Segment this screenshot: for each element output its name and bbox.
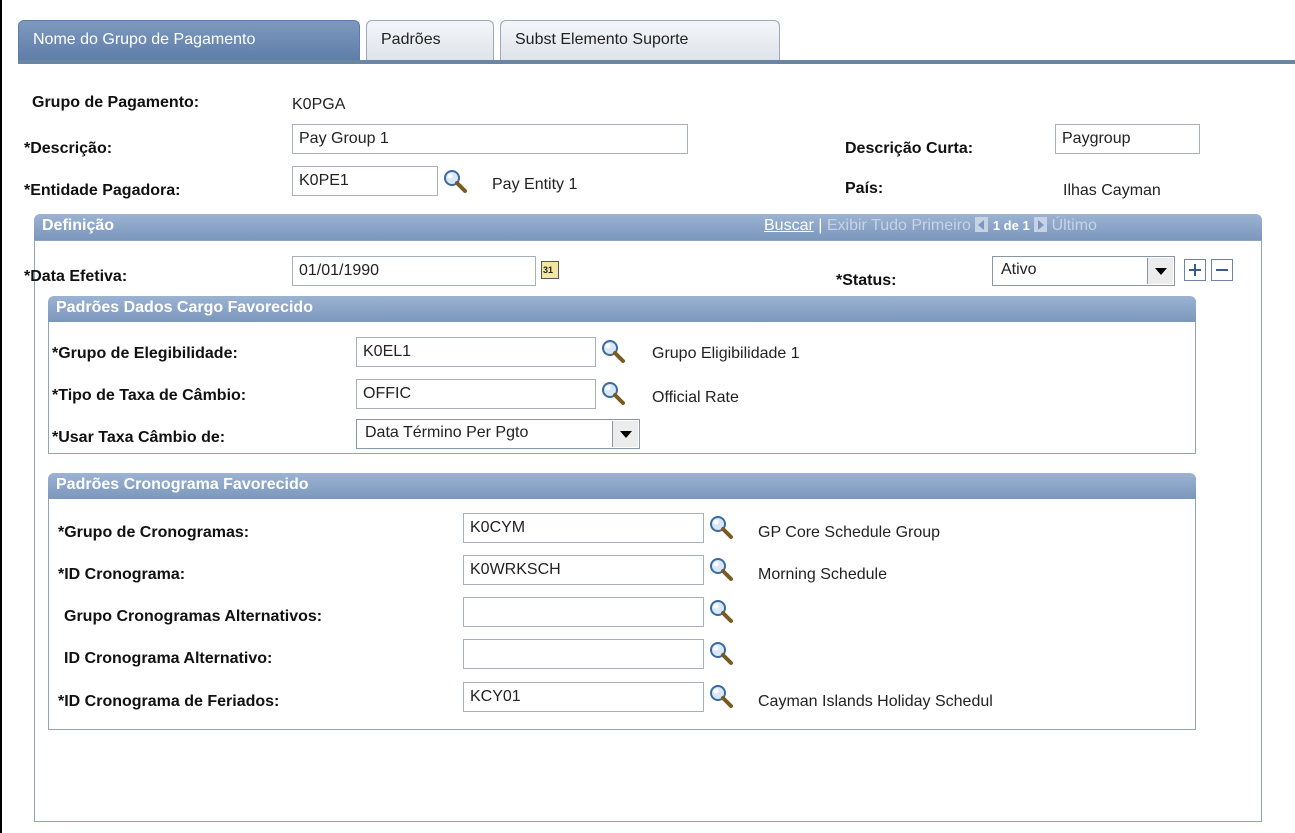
status-value: Ativo: [1001, 261, 1037, 278]
schedule-group-label: *Grupo de Cronogramas:: [58, 524, 250, 541]
definition-title: Definição: [42, 217, 115, 234]
tab-pay-group-name[interactable]: Nome do Grupo de Pagamento: [18, 20, 360, 62]
exchange-rate-type-description: Official Rate: [652, 389, 739, 406]
payee-schedule-title: Padrões Cronograma Favorecido: [56, 476, 309, 493]
use-rate-as-of-value: Data Término Per Pgto: [365, 424, 529, 441]
exchange-rate-type-label: *Tipo de Taxa de Câmbio:: [52, 387, 247, 404]
schedule-id-label: *ID Cronograma:: [58, 566, 186, 583]
schedule-group-description: GP Core Schedule Group: [758, 524, 941, 541]
effective-date-label: *Data Efetiva:: [24, 268, 128, 285]
calendar-icon-label: 31: [543, 265, 554, 275]
chevron-down-icon[interactable]: [1147, 258, 1173, 284]
alternate-schedule-id-field[interactable]: [463, 639, 704, 669]
payee-schedule-header: Padrões Cronograma Favorecido: [48, 473, 1196, 499]
row-count: 1 de 1: [992, 218, 1030, 233]
tab-defaults[interactable]: Padrões: [366, 20, 494, 62]
payee-job-title: Padrões Dados Cargo Favorecido: [56, 299, 313, 316]
holiday-schedule-description: Cayman Islands Holiday Schedul: [758, 693, 993, 710]
magnifier-icon[interactable]: [708, 556, 734, 582]
find-link[interactable]: Buscar: [764, 217, 814, 234]
plus-icon-bar: [1194, 264, 1196, 276]
page: Nome do Grupo de Pagamento Padrões Subst…: [0, 0, 1295, 833]
definition-navigation: Buscar | Exibir Tudo Primeiro 1 de 1 Últ…: [764, 217, 1097, 235]
short-description-label: Descrição Curta:: [845, 140, 974, 157]
nav-separator: |: [818, 217, 823, 234]
alternate-schedule-group-field[interactable]: [463, 597, 704, 627]
pay-entity-field[interactable]: [292, 166, 438, 196]
alternate-schedule-id-label: ID Cronograma Alternativo:: [64, 650, 273, 667]
window-border: [0, 0, 2, 833]
previous-icon[interactable]: [975, 217, 989, 232]
last-link[interactable]: Último: [1052, 217, 1097, 234]
delete-row-button[interactable]: [1211, 259, 1233, 281]
payee-job-header: Padrões Dados Cargo Favorecido: [48, 296, 1196, 322]
eligibility-group-description: Grupo Eligibilidade 1: [652, 345, 800, 362]
use-rate-as-of-label: *Usar Taxa Câmbio de:: [52, 429, 226, 446]
description-label: *Descrição:: [24, 140, 113, 157]
description-field[interactable]: [292, 124, 688, 154]
exchange-rate-type-field[interactable]: [356, 379, 596, 409]
definition-header: Definição Buscar | Exibir Tudo Primeiro …: [34, 214, 1262, 240]
schedule-group-field[interactable]: [463, 513, 704, 543]
short-description-field[interactable]: [1055, 124, 1200, 154]
country-label: País:: [845, 180, 884, 197]
eligibility-group-field[interactable]: [356, 337, 596, 367]
add-row-button[interactable]: [1184, 259, 1206, 281]
eligibility-group-label: *Grupo de Elegibilidade:: [52, 345, 238, 362]
magnifier-icon[interactable]: [708, 598, 734, 624]
status-label: *Status:: [836, 272, 897, 289]
schedule-id-description: Morning Schedule: [758, 566, 887, 583]
holiday-schedule-field[interactable]: [463, 682, 704, 712]
chevron-down-icon[interactable]: [612, 421, 638, 447]
pay-entity-description: Pay Entity 1: [492, 176, 578, 193]
view-all-link[interactable]: Exibir Tudo: [827, 217, 907, 234]
magnifier-icon[interactable]: [708, 514, 734, 540]
schedule-id-field[interactable]: [463, 555, 704, 585]
minus-icon: [1216, 269, 1228, 271]
magnifier-icon[interactable]: [708, 640, 734, 666]
status-dropdown[interactable]: Ativo: [992, 256, 1175, 286]
effective-date-field[interactable]: [292, 256, 536, 286]
tab-support-element-override[interactable]: Subst Elemento Suporte: [500, 20, 780, 62]
pay-entity-label: *Entidade Pagadora:: [24, 182, 181, 199]
tab-underline: [18, 60, 1295, 64]
country-value: Ilhas Cayman: [1063, 182, 1161, 199]
pay-group-value: K0PGA: [292, 96, 346, 113]
magnifier-icon[interactable]: [600, 380, 626, 406]
magnifier-icon[interactable]: [708, 683, 734, 709]
magnifier-icon[interactable]: [600, 338, 626, 364]
calendar-icon[interactable]: 31: [541, 261, 559, 279]
first-link[interactable]: Primeiro: [911, 217, 971, 234]
holiday-schedule-label: *ID Cronograma de Feriados:: [58, 693, 280, 710]
use-rate-as-of-dropdown[interactable]: Data Término Per Pgto: [356, 419, 640, 449]
magnifier-icon[interactable]: [442, 168, 468, 194]
next-icon[interactable]: [1034, 217, 1048, 232]
alternate-schedule-group-label: Grupo Cronogramas Alternativos:: [64, 608, 323, 625]
pay-group-label: Grupo de Pagamento:: [32, 94, 200, 111]
